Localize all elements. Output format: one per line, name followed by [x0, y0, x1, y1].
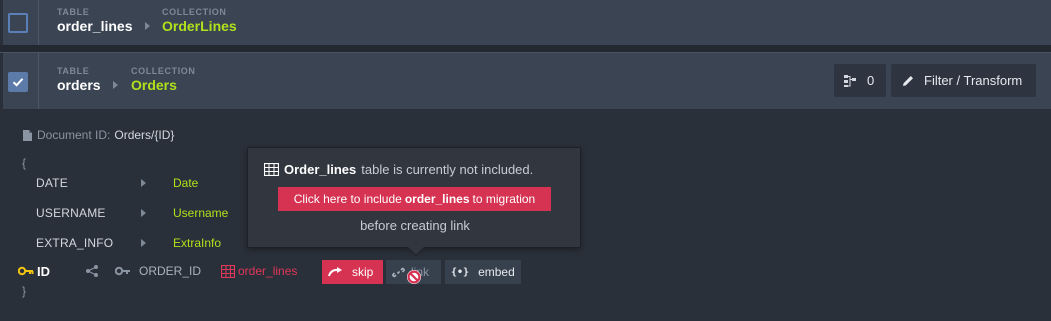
document-id-value[interactable]: Orders/{ID} [114, 128, 174, 142]
divider [38, 53, 39, 110]
field-target[interactable]: ExtraInfo [173, 236, 221, 250]
table-icon [264, 163, 279, 176]
include-table: order_lines [404, 192, 470, 206]
field-target[interactable]: Date [173, 176, 198, 190]
fk-column-label: ORDER_ID [139, 264, 202, 278]
include-prefix: Click here to include [293, 192, 402, 206]
not-included-tooltip: Order_lines table is currently not inclu… [247, 147, 581, 257]
skip-label: skip [352, 265, 374, 279]
not-allowed-icon [407, 270, 421, 284]
embed-button[interactable]: {•} embed [445, 260, 521, 284]
include-suffix: to migration [472, 192, 536, 206]
pencil-icon [903, 75, 913, 86]
document-id: Document ID: Orders/{ID} [22, 128, 174, 142]
foreign-key-row: ID ORDER_ID order_lines skip link {•} em… [0, 260, 1051, 284]
hierarchy-icon [844, 74, 856, 87]
filter-transform-label: Filter / Transform [924, 73, 1023, 88]
table-caption: TABLE [57, 7, 90, 17]
arrow-right-icon [141, 179, 146, 187]
field-name: DATE [36, 176, 68, 190]
document-icon [23, 129, 32, 141]
table-caption: TABLE [57, 66, 90, 76]
skip-button[interactable]: skip [322, 260, 383, 284]
links-count: 0 [867, 73, 875, 88]
mapping-row-orders[interactable]: TABLE orders COLLECTION Orders 0 Filter … [0, 52, 1051, 110]
field-target[interactable]: Username [173, 206, 228, 220]
links-button[interactable]: 0 [834, 64, 886, 97]
id-label: ID [37, 264, 50, 279]
collection-caption: COLLECTION [131, 66, 196, 76]
referenced-table[interactable]: order_lines [238, 264, 297, 278]
include-checkbox[interactable] [8, 72, 28, 92]
table-name: orders [57, 77, 101, 93]
arrow-right-icon [145, 22, 150, 30]
filter-transform-button[interactable]: Filter / Transform [891, 64, 1036, 97]
redo-arrow-icon [328, 267, 342, 277]
primary-key-icon [18, 266, 34, 276]
link-icon [392, 267, 405, 277]
include-table-button[interactable]: Click here to include order_lines to mig… [278, 187, 551, 211]
divider [38, 0, 39, 45]
share-icon [86, 265, 98, 277]
include-checkbox[interactable] [8, 13, 28, 33]
document-id-label: Document ID: [37, 128, 111, 142]
collection-caption: COLLECTION [162, 7, 227, 17]
table-name: order_lines [57, 18, 133, 34]
field-name: USERNAME [36, 206, 106, 220]
collection-name[interactable]: OrderLines [162, 18, 237, 34]
arrow-right-icon [141, 209, 146, 217]
mapping-row-order-lines[interactable]: TABLE order_lines COLLECTION OrderLines [0, 0, 1051, 45]
embed-label: embed [478, 265, 515, 279]
row-strip [0, 53, 3, 109]
collection-name[interactable]: Orders [131, 77, 177, 93]
embed-icon: {•} [451, 266, 470, 278]
check-icon [12, 78, 24, 87]
field-name: EXTRA_INFO [36, 236, 114, 250]
tooltip-table-name: Order_lines [284, 162, 357, 177]
arrow-right-icon [141, 239, 146, 247]
tooltip-footer: before creating link [360, 218, 470, 233]
arrow-right-icon [113, 81, 118, 89]
row-strip [0, 0, 3, 45]
foreign-key-icon [115, 266, 130, 276]
close-brace: } [22, 284, 27, 298]
table-icon [221, 265, 235, 278]
tooltip-text: table is currently not included. [361, 162, 534, 177]
tooltip-message: Order_lines table is currently not inclu… [264, 162, 533, 177]
row-separator [0, 45, 1051, 52]
open-brace: { [22, 156, 27, 170]
